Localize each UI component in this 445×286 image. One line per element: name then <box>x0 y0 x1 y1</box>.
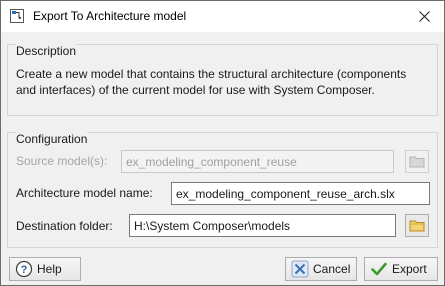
description-group-title: Description <box>16 44 77 58</box>
cancel-button[interactable]: Cancel <box>285 257 357 281</box>
destination-folder-label: Destination folder: <box>16 219 113 233</box>
configuration-group-title: Configuration <box>16 132 88 146</box>
source-browse-button <box>405 150 429 173</box>
checkmark-icon <box>371 262 387 276</box>
architecture-model-label: Architecture model name: <box>16 186 153 200</box>
source-model-label: Source model(s): <box>16 154 108 168</box>
help-icon: ? <box>15 260 33 278</box>
source-model-field <box>121 150 394 173</box>
close-icon <box>418 11 430 22</box>
simulink-model-icon <box>10 9 24 23</box>
folder-icon <box>409 220 425 232</box>
export-button-label: Export <box>392 262 427 276</box>
description-group: Description Create a new model that cont… <box>7 44 438 116</box>
svg-text:?: ? <box>21 264 28 276</box>
window-title: Export To Architecture model <box>33 9 187 23</box>
title-bar: Export To Architecture model <box>1 1 444 32</box>
folder-icon <box>409 156 425 168</box>
architecture-model-field[interactable] <box>171 182 430 205</box>
help-button-label: Help <box>37 262 62 276</box>
export-dialog: Export To Architecture model Description… <box>0 0 445 286</box>
export-button[interactable]: Export <box>364 257 438 281</box>
destination-browse-button[interactable] <box>405 214 429 237</box>
cancel-button-label: Cancel <box>313 262 351 276</box>
help-button[interactable]: ? Help <box>9 257 81 281</box>
cancel-x-icon <box>291 260 309 278</box>
destination-folder-field[interactable] <box>129 214 396 237</box>
description-text: Create a new model that contains the str… <box>16 67 407 97</box>
close-button[interactable] <box>404 1 444 32</box>
